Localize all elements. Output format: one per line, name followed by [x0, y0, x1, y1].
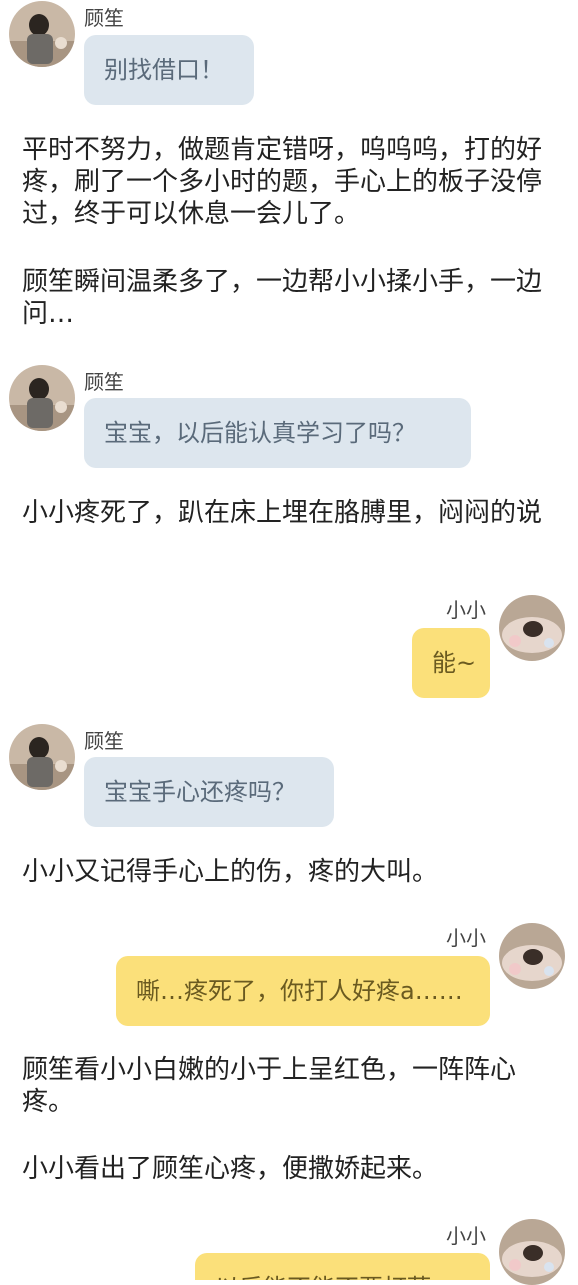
narration-text: 小小又记得手心上的伤，疼的大叫。	[22, 857, 439, 887]
avatar-xiaoxiao[interactable]	[499, 923, 565, 989]
chat-bubble-outgoing[interactable]: 以后能不能不要打藕	[195, 1253, 490, 1280]
avatar-xiaoxiao[interactable]	[499, 595, 565, 661]
narration-text: 小小疼死了，趴在床上埋在胳膊里，闷闷的说	[22, 498, 543, 528]
sender-name: 顾笙	[84, 729, 124, 753]
avatar-gusheng-image	[9, 724, 75, 790]
sender-name: 小小	[446, 1224, 486, 1248]
chat-bubble-outgoing[interactable]: 嘶…疼死了，你打人好疼a……	[116, 956, 490, 1026]
avatar-xiaoxiao-image	[499, 923, 565, 989]
sender-name: 顾笙	[84, 6, 124, 30]
narration-text: 小小看出了顾笙心疼，便撒娇起来。	[22, 1154, 439, 1184]
sender-name: 小小	[446, 598, 486, 622]
narration-text: 顾笙看小小白嫩的小于上呈红色，一阵阵心疼。	[22, 1055, 517, 1117]
chat-bubble-incoming[interactable]: 宝宝，以后能认真学习了吗？	[84, 398, 471, 468]
avatar-xiaoxiao-image	[499, 1219, 565, 1285]
avatar-xiaoxiao[interactable]	[499, 1219, 565, 1285]
chat-bubble-outgoing[interactable]: 能~	[412, 628, 490, 698]
chat-bubble-incoming[interactable]: 宝宝手心还疼吗？	[84, 757, 334, 827]
narration-text: 平时不努力，做题肯定错呀，呜呜呜，打的好疼，刷了一个多小时的题，手心上的板子没停…	[22, 135, 543, 229]
avatar-gusheng[interactable]	[9, 724, 75, 790]
narration-text: 顾笙瞬间温柔多了，一边帮小小揉小手，一边问…	[22, 267, 543, 329]
avatar-gusheng-image	[9, 365, 75, 431]
avatar-gusheng[interactable]	[9, 1, 75, 67]
avatar-gusheng-image	[9, 1, 75, 67]
sender-name: 小小	[446, 926, 486, 950]
avatar-xiaoxiao-image	[499, 595, 565, 661]
avatar-gusheng[interactable]	[9, 365, 75, 431]
chat-bubble-text: 以后能不能不要打藕	[215, 1253, 470, 1280]
chat-bubble-incoming[interactable]: 别找借口！	[84, 35, 254, 105]
sender-name: 顾笙	[84, 370, 124, 394]
